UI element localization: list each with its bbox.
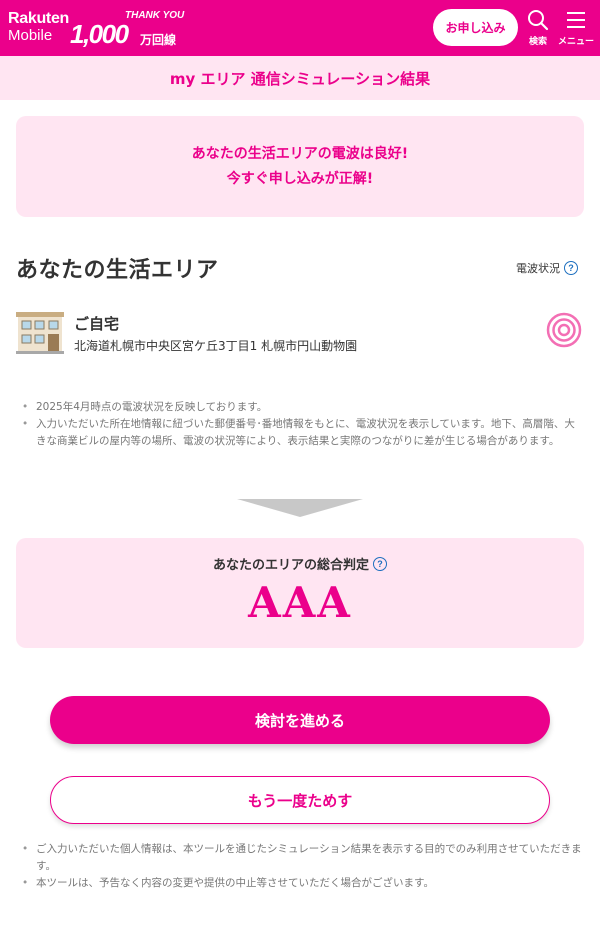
footer-note: 本ツールは、予告なく内容の変更や提供の中止等させていただく場合がございます。 — [20, 875, 585, 892]
place-name: ご自宅 — [74, 315, 120, 333]
good-signal-icon — [546, 312, 582, 348]
retry-button[interactable]: もう一度ためす — [50, 776, 550, 824]
judgement-value: AAA — [248, 578, 352, 627]
help-question-icon: ? — [564, 261, 578, 275]
menu-label: メニュー — [557, 37, 594, 47]
area-note: 2025年4月時点の電波状況を反映しております。 — [20, 399, 585, 416]
place-address: 北海道札幌市中央区宮ケ丘3丁目1 札幌市円山動物園 — [74, 339, 358, 353]
judgement-label: あなたのエリアの総合判定 — [212, 558, 369, 573]
proceed-button[interactable]: 検討を進める — [50, 696, 550, 744]
result-message-card: あなたの生活エリアの電波は良好! 今すぐ申し込みが正解! — [16, 116, 584, 217]
help-question-icon[interactable]: ? — [373, 556, 387, 571]
house-icon — [16, 312, 64, 354]
signal-status-label: 電波状況 — [516, 262, 560, 275]
campaign-banner: THANK YOU 1,000 万回線 — [70, 9, 190, 51]
campaign-unit: 万回線 — [140, 33, 177, 47]
area-notes-list: 2025年4月時点の電波状況を反映しております。 入力いただいた所在地情報に紐づ… — [20, 399, 585, 450]
hamburger-menu-icon — [567, 12, 585, 28]
footer-notes-list: ご入力いただいた個人情報は、本ツールを通じたシミュレーション結果を表示する目的で… — [20, 841, 585, 892]
down-arrow-icon — [237, 499, 363, 517]
search-icon — [528, 10, 549, 31]
campaign-thanks-text: THANK YOU — [125, 10, 185, 21]
campaign-number: 1,000 — [70, 19, 129, 49]
area-note: 入力いただいた所在地情報に紐づいた郵便番号･番地情報をもとに、電波状況を表示して… — [20, 416, 585, 450]
logo-text-rakuten: Rakuten — [8, 10, 70, 27]
result-message-line2: 今すぐ申し込みが正解! — [226, 170, 374, 187]
apply-button[interactable]: お申し込み — [433, 9, 518, 46]
page-title: my エリア 通信シミュレーション結果 — [169, 69, 431, 88]
judgement-label-row: あなたのエリアの総合判定 ? — [16, 554, 584, 573]
search-label: 検索 — [528, 37, 547, 47]
footer-note: ご入力いただいた個人情報は、本ツールを通じたシミュレーション結果を表示する目的で… — [20, 841, 585, 875]
rakuten-mobile-logo[interactable]: Rakuten Mobile — [8, 10, 69, 44]
site-header: Rakuten Mobile THANK YOU 1,000 万回線 お申し込み… — [0, 0, 600, 56]
menu-button[interactable]: メニュー — [554, 8, 598, 50]
signal-status-help-link[interactable]: 電波状況 ? — [516, 260, 578, 276]
living-area-heading: あなたの生活エリア — [16, 258, 219, 283]
logo-text-mobile: Mobile — [8, 27, 53, 44]
result-message-line1: あなたの生活エリアの電波は良好! — [191, 145, 409, 162]
page-title-bar: my エリア 通信シミュレーション結果 — [0, 56, 600, 100]
